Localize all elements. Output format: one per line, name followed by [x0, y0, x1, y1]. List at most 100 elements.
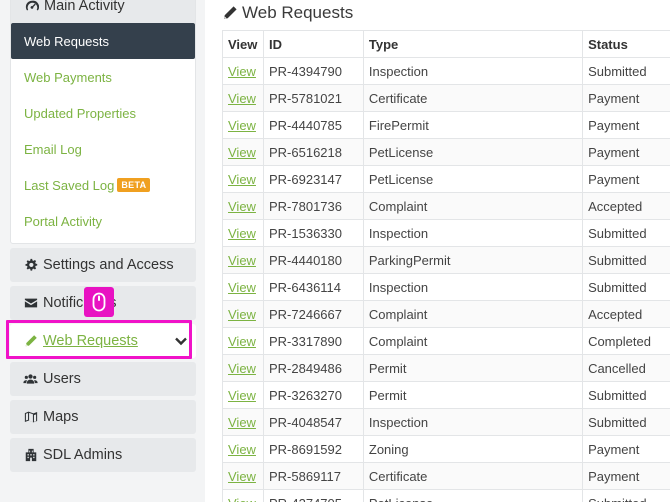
- id-cell: PR-3317890: [262, 327, 364, 355]
- status-cell: Submitted: [582, 381, 670, 409]
- table-row: View PR-2849486 Permit Cancelled: [222, 354, 670, 382]
- view-cell: View: [222, 273, 264, 301]
- page-title-text: Web Requests: [242, 3, 354, 22]
- status-cell: Payment: [582, 165, 670, 193]
- main-activity-label: Main Activity: [44, 0, 125, 14]
- status-cell: Payment: [582, 435, 670, 463]
- view-cell: View: [222, 354, 264, 382]
- id-cell: PR-4440180: [262, 246, 364, 274]
- sidebar-item-last-saved-log[interactable]: Last Saved Log BETA: [11, 167, 195, 203]
- gear-icon: [23, 258, 38, 273]
- view-cell: View: [222, 165, 264, 193]
- status-cell: Submitted: [582, 246, 670, 274]
- view-link[interactable]: View: [228, 253, 256, 268]
- table-row: View PR-6436114 Inspection Submitted: [222, 273, 670, 301]
- type-cell: Inspection: [362, 219, 584, 247]
- table-row: View PR-3317890 Complaint Completed: [222, 327, 670, 355]
- view-cell: View: [222, 408, 264, 436]
- status-cell: Submitted: [582, 273, 670, 301]
- status-cell: Payment: [582, 111, 670, 139]
- type-cell: Permit: [362, 354, 584, 382]
- sidebar: Main Activity Web Requests Web Payments …: [0, 0, 205, 502]
- id-cell: PR-5869117: [262, 462, 364, 490]
- sdl-admins-group[interactable]: SDL Admins: [10, 438, 196, 472]
- id-cell: PR-1536330: [262, 219, 364, 247]
- view-link[interactable]: View: [228, 442, 256, 457]
- view-link[interactable]: View: [228, 226, 256, 241]
- view-cell: View: [222, 300, 264, 328]
- status-cell: Accepted: [582, 300, 670, 328]
- view-link[interactable]: View: [228, 172, 256, 187]
- view-link[interactable]: View: [228, 307, 256, 322]
- view-link[interactable]: View: [228, 496, 256, 502]
- main-activity-header[interactable]: Main Activity: [11, 0, 195, 23]
- view-link[interactable]: View: [228, 118, 256, 133]
- map-icon: [23, 410, 38, 425]
- settings-header[interactable]: Settings and Access: [10, 248, 196, 282]
- view-link[interactable]: View: [228, 388, 256, 403]
- table-row: View PR-4048547 Inspection Submitted: [222, 408, 670, 436]
- view-link[interactable]: View: [228, 334, 256, 349]
- sidebar-item-email-log[interactable]: Email Log: [11, 131, 195, 167]
- table-row: View PR-6516218 PetLicense Payment: [222, 138, 670, 166]
- type-cell: PetLicense: [362, 138, 584, 166]
- view-cell: View: [222, 138, 264, 166]
- id-cell: PR-4394790: [262, 57, 364, 85]
- view-cell: View: [222, 381, 264, 409]
- status-cell: Accepted: [582, 192, 670, 220]
- view-cell: View: [222, 435, 264, 463]
- table-row: View PR-4394790 Inspection Submitted: [222, 57, 670, 85]
- sidebar-item-web-payments[interactable]: Web Payments: [11, 59, 195, 95]
- type-cell: Complaint: [362, 192, 584, 220]
- view-link[interactable]: View: [228, 145, 256, 160]
- id-cell: PR-4440785: [262, 111, 364, 139]
- view-link[interactable]: View: [228, 280, 256, 295]
- view-link[interactable]: View: [228, 415, 256, 430]
- status-cell: Submitted: [582, 57, 670, 85]
- table-row: View PR-4274705PetLicenseSubmitted: [222, 489, 670, 502]
- type-cell: Certificate: [362, 462, 584, 490]
- table-row: View PR-4440785 FirePermit Payment: [222, 111, 670, 139]
- web-requests-table-wrap[interactable]: View ID Type Status View PR-4394790 Inspec…: [222, 30, 670, 502]
- id-cell: PR-8691592: [262, 435, 364, 463]
- table-row: View PR-7801736 Complaint Accepted: [222, 192, 670, 220]
- view-link[interactable]: View: [228, 64, 256, 79]
- view-link[interactable]: View: [228, 361, 256, 376]
- table-row: View PR-3263270 Permit Submitted: [222, 381, 670, 409]
- view-cell: View: [222, 219, 264, 247]
- sdl-admins-header[interactable]: SDL Admins: [10, 438, 196, 472]
- view-link[interactable]: View: [228, 469, 256, 484]
- sidebar-item-web-requests[interactable]: Web Requests: [11, 23, 195, 59]
- sidebar-item-portal-activity[interactable]: Portal Activity: [11, 203, 195, 239]
- sidebar-item-updated-properties[interactable]: Updated Properties: [11, 95, 195, 131]
- view-link[interactable]: View: [228, 199, 256, 214]
- view-link[interactable]: View: [228, 91, 256, 106]
- id-cell: PR-7246667: [262, 300, 364, 328]
- id-cell: PR-5781021: [262, 84, 364, 112]
- status-cell: Payment: [582, 84, 670, 112]
- status-cell: Payment: [582, 462, 670, 490]
- view-cell: View: [222, 462, 264, 490]
- view-cell: View: [222, 327, 264, 355]
- settings-group[interactable]: Settings and Access: [10, 248, 196, 282]
- view-cell: View: [222, 111, 264, 139]
- building-icon: [23, 448, 38, 463]
- sidebar-item-label: Web Payments: [24, 69, 112, 85]
- users-label: Users: [43, 371, 81, 387]
- sidebar-item-label: Portal Activity: [24, 213, 103, 229]
- status-cell: Completed: [582, 327, 670, 355]
- id-cell: PR-7801736: [262, 192, 364, 220]
- pencil-icon: [222, 5, 238, 21]
- status-cell: Submitted: [582, 489, 670, 502]
- maps-group[interactable]: Maps: [10, 400, 196, 434]
- maps-header[interactable]: Maps: [10, 400, 196, 434]
- column-header-status: Status: [582, 30, 670, 58]
- view-cell: View: [222, 57, 264, 85]
- users-group[interactable]: Users: [10, 362, 196, 396]
- sidebar-item-label: Last Saved Log: [24, 177, 115, 193]
- table-row: View PR-5781021 Certificate Payment: [222, 84, 670, 112]
- page-title: Web Requests: [222, 3, 353, 23]
- type-cell: FirePermit: [362, 111, 584, 139]
- users-header[interactable]: Users: [10, 362, 196, 396]
- table-header-row: View ID Type Status: [222, 30, 670, 58]
